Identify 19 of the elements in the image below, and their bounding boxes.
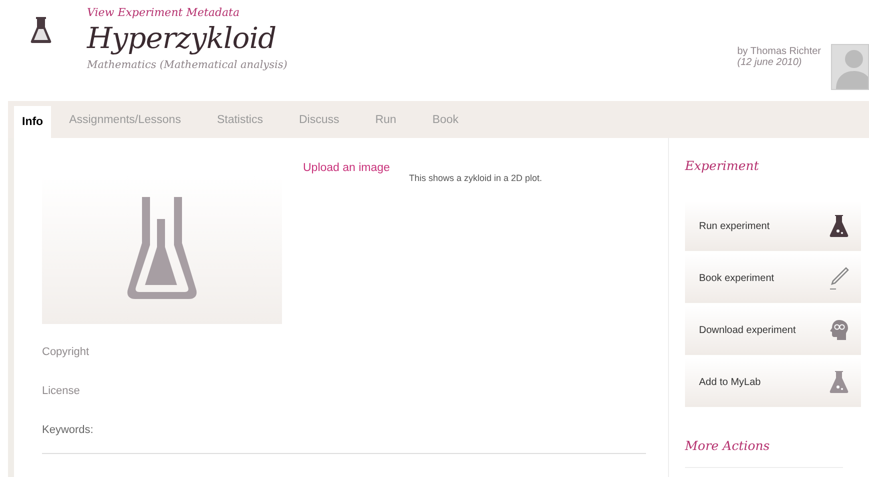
flask-icon bbox=[829, 370, 849, 394]
flask-icon bbox=[829, 214, 849, 238]
date-text: (12 june 2010) bbox=[737, 57, 803, 68]
flask-icon bbox=[126, 197, 198, 301]
description-text: This shows a zykloid in a 2D plot. bbox=[408, 173, 542, 185]
flask-logo-icon bbox=[30, 16, 52, 44]
tab[interactable]: Info bbox=[14, 106, 52, 138]
section-heading: Experiment bbox=[685, 158, 760, 173]
metadata-link[interactable]: View Experiment Metadata bbox=[87, 6, 738, 19]
upload-link[interactable]: Upload an image bbox=[303, 162, 390, 176]
subject-text: Mathematics (Mathematical analysis) bbox=[87, 59, 288, 71]
avatar-icon bbox=[831, 44, 869, 90]
field-label: Copyright bbox=[42, 346, 90, 358]
field-label: License bbox=[42, 385, 81, 397]
author-text: by Thomas Richter bbox=[737, 46, 821, 57]
section-heading: More Actions bbox=[685, 438, 843, 468]
experiment-title: Hyperzykloid bbox=[87, 21, 278, 55]
field-label: Keywords: bbox=[42, 424, 94, 436]
head-gears-icon bbox=[829, 319, 849, 341]
